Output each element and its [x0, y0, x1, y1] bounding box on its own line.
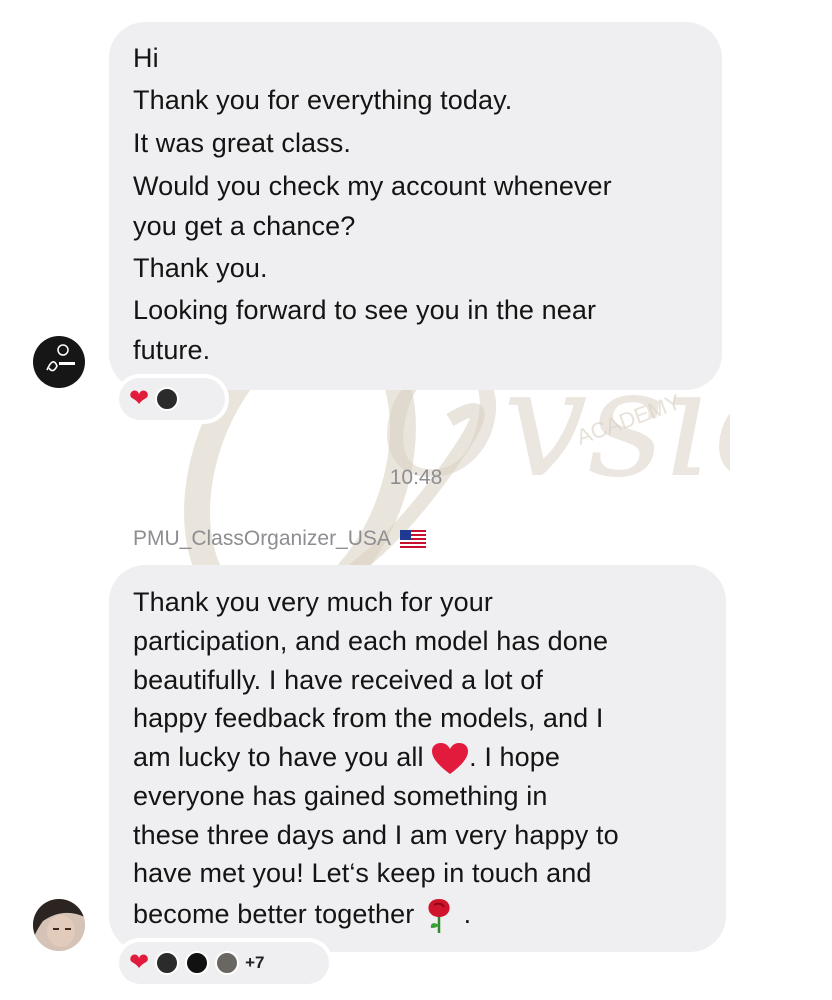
message-line: beautifully. I have received a lot of: [133, 665, 543, 695]
watermark-tag: ACADEMY: [573, 389, 684, 450]
message-line: you get a chance?: [133, 211, 356, 241]
message-line: Thank you for everything today.: [133, 85, 513, 115]
sender-name-text: PMU_ClassOrganizer_USA: [133, 527, 390, 550]
heart-reaction-icon[interactable]: ❤: [129, 387, 149, 411]
heart-reaction-icon[interactable]: ❤: [129, 951, 149, 975]
message-line: Looking forward to see you in the near: [133, 295, 597, 325]
rose-emoji-icon: [428, 899, 450, 933]
message-line-with-emoji: am lucky to have you all . I hope: [133, 742, 560, 776]
reaction-bar[interactable]: ❤: [119, 378, 225, 420]
message-line: happy feedback from the models, and I: [133, 703, 604, 733]
sender-name[interactable]: PMU_ClassOrganizer_USA: [133, 527, 426, 551]
message-line: Thank you.: [133, 253, 268, 283]
red-heart-emoji-icon: [432, 743, 469, 774]
reactor-avatar: [185, 951, 210, 975]
sender-avatar[interactable]: [33, 899, 85, 951]
reaction-bar[interactable]: ❤ +7: [119, 942, 329, 984]
message-line-with-emoji: become better together .: [133, 897, 471, 935]
reactor-avatar: [155, 951, 180, 975]
message-line: Thank you very much for your: [133, 587, 493, 617]
reactor-avatar: [215, 951, 240, 975]
timestamp: 10:48: [389, 466, 443, 489]
message-text: . I hope: [469, 742, 561, 773]
message-text: .: [463, 899, 472, 930]
reactor-avatar: [155, 387, 180, 411]
us-flag-icon: [399, 530, 426, 549]
more-reactions-count[interactable]: +7: [245, 953, 264, 973]
message-line: everyone has gained something in: [133, 781, 548, 811]
message-line: Would you check my account whenever: [133, 171, 612, 201]
message-text: become better together: [133, 899, 415, 930]
message-line: It was great class.: [133, 128, 351, 158]
message-text: am lucky to have you all: [133, 742, 424, 773]
sender-avatar[interactable]: [33, 336, 85, 388]
message-line: Hi: [133, 43, 159, 73]
message-line: participation, and each model has done: [133, 626, 609, 656]
message-line: future.: [133, 335, 211, 365]
message-line: these three days and I am very happy to: [133, 820, 619, 850]
message-line: have met you! Let‘s keep in touch and: [133, 858, 592, 888]
